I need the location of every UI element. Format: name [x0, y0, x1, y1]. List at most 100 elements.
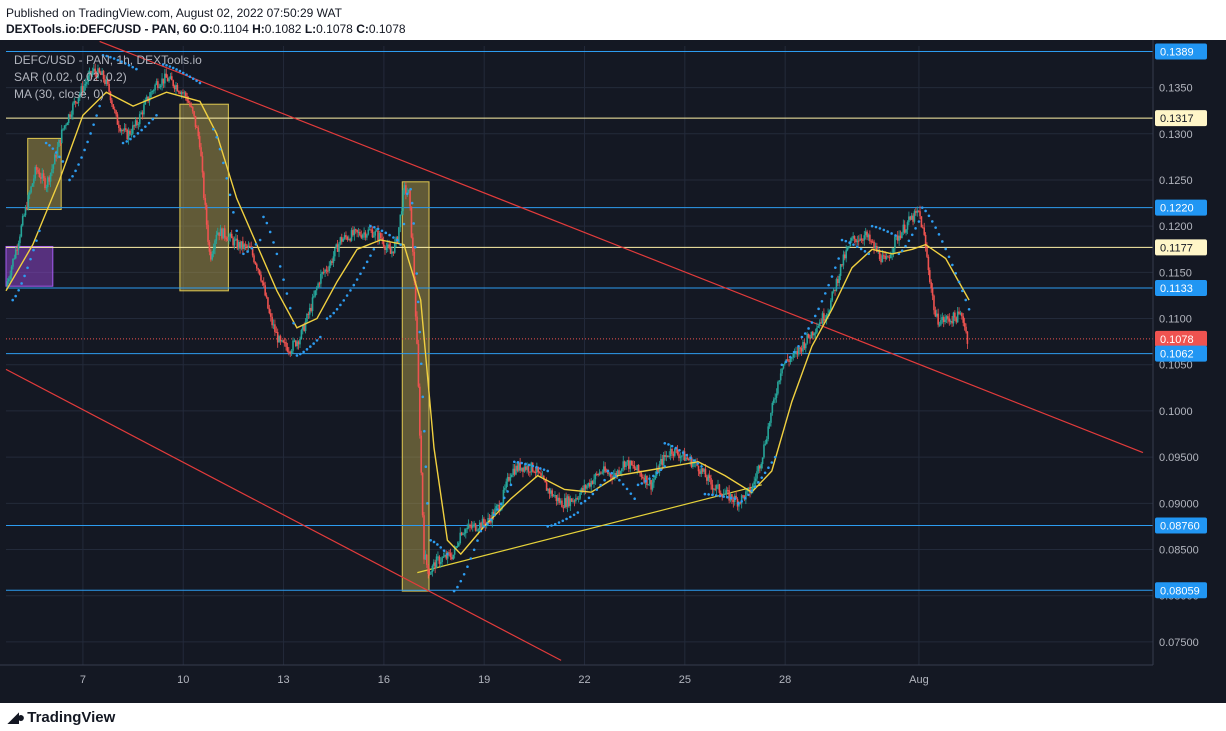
- candle-body: [258, 269, 261, 275]
- candle-body: [388, 244, 390, 249]
- sar-dot: [788, 355, 792, 359]
- candle-body: [952, 312, 955, 324]
- candle-body: [707, 475, 710, 481]
- candle-body: [505, 481, 508, 488]
- sar-dot: [71, 174, 74, 178]
- candle-body: [887, 256, 889, 258]
- candle-body: [233, 239, 236, 246]
- candle-body: [268, 308, 271, 314]
- candle-body: [17, 243, 20, 250]
- sar-dot: [546, 469, 550, 473]
- sar-dot: [496, 508, 499, 511]
- candle-body: [200, 147, 202, 157]
- candle-body: [951, 321, 953, 324]
- candle-body: [802, 342, 804, 352]
- candle-body: [856, 240, 859, 243]
- candle-body: [16, 249, 18, 251]
- sar-dot: [29, 257, 32, 261]
- candle-body: [509, 477, 512, 481]
- candle-body: [654, 475, 657, 480]
- candle-body: [222, 228, 225, 239]
- sar-dot: [312, 342, 315, 345]
- candle-body: [747, 487, 750, 490]
- candle-body: [473, 523, 475, 525]
- candle-body: [540, 473, 542, 476]
- sar-dot: [342, 299, 346, 302]
- candle-body: [848, 245, 850, 248]
- sar-dot: [278, 265, 282, 268]
- candle-body: [855, 239, 857, 243]
- candle-body: [770, 412, 772, 423]
- sar-dot: [272, 241, 275, 244]
- sar-dot: [315, 339, 319, 342]
- sar-dot: [506, 490, 509, 493]
- sar-dot: [516, 460, 520, 464]
- sar-dot: [565, 517, 568, 521]
- tradingview-logo: ◢● TradingView: [8, 709, 115, 726]
- candle-body: [753, 481, 756, 485]
- sar-dot: [737, 502, 740, 505]
- candle-body: [357, 231, 360, 233]
- candle-body: [760, 463, 762, 469]
- candle-body: [267, 297, 269, 309]
- sar-dot: [692, 459, 696, 462]
- sar-dot: [553, 522, 557, 526]
- candle-body: [965, 326, 967, 332]
- sar-dot: [670, 444, 674, 448]
- sar-dot: [83, 148, 86, 152]
- x-tick-label: 16: [378, 674, 390, 686]
- candle-body: [558, 497, 560, 503]
- candle-body: [699, 471, 701, 474]
- sar-dot: [388, 233, 391, 237]
- sar-dot: [874, 225, 878, 229]
- ma-series: [5, 91, 970, 556]
- candle-body: [214, 240, 216, 249]
- candle-body: [292, 340, 294, 351]
- candle-body: [845, 250, 847, 259]
- sar-dot: [48, 143, 51, 147]
- candle-body: [862, 239, 864, 241]
- candle-body: [885, 256, 888, 259]
- candle-body: [281, 340, 283, 342]
- candle-body: [948, 318, 951, 322]
- sar-dot: [369, 254, 372, 257]
- sar-dot: [967, 308, 971, 311]
- candle-body: [198, 136, 201, 148]
- sar-dot: [767, 466, 770, 470]
- candle-body: [686, 457, 689, 459]
- candle-body: [922, 227, 924, 229]
- x-tick-label: 28: [779, 674, 791, 686]
- sar-dot: [275, 252, 279, 256]
- sar-dot: [222, 161, 225, 165]
- sar-dot: [416, 300, 420, 304]
- candle-body: [205, 204, 208, 225]
- candle-body: [343, 235, 346, 239]
- sar-dot: [733, 497, 737, 501]
- candle-body: [28, 192, 31, 195]
- y-tick-label: 0.1300: [1159, 129, 1193, 141]
- candle-body: [403, 185, 406, 191]
- symbol-label: DEXTools.io:DEFC/USD - PAN, 60: [6, 22, 197, 36]
- candle-body: [587, 482, 590, 486]
- candle-body: [857, 240, 860, 242]
- close-value: 0.1078: [368, 22, 406, 36]
- candle-body: [678, 454, 680, 459]
- price-level-label: 0.1220: [1160, 203, 1194, 215]
- candle-body: [910, 215, 913, 220]
- tradingview-logo-icon: ◢●: [8, 709, 25, 725]
- sar-dot: [373, 225, 376, 229]
- candle-body: [386, 244, 389, 248]
- price-chart[interactable]: 0.075000.080000.085000.090000.095000.100…: [0, 40, 1226, 731]
- candle-body: [742, 495, 744, 497]
- sar-dot: [472, 548, 476, 552]
- candle-body: [480, 522, 482, 529]
- sar-dot: [35, 239, 38, 242]
- candle-body: [119, 127, 122, 132]
- sar-dot: [147, 121, 151, 125]
- y-tick-label: 0.1100: [1159, 314, 1192, 326]
- candle-body: [193, 111, 195, 116]
- candle-body: [823, 313, 825, 321]
- sar-dot: [633, 497, 636, 501]
- sar-dot: [707, 493, 710, 496]
- sar-dot: [599, 483, 602, 487]
